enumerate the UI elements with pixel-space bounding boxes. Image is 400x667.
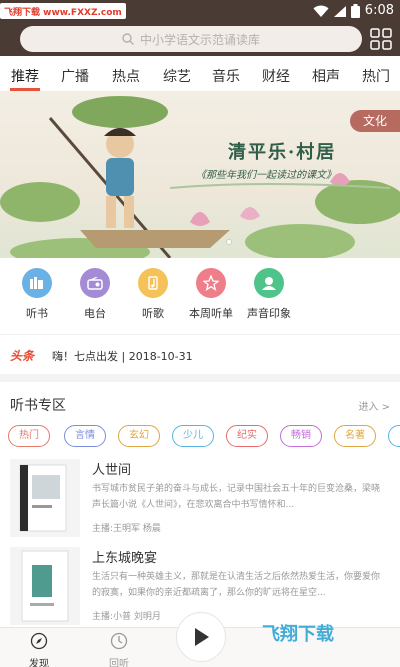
search-input[interactable]: 中小学语文示范诵读库 xyxy=(20,26,362,52)
chip-romance[interactable]: 言情 xyxy=(64,425,106,447)
quick-item-radio[interactable]: 电台 xyxy=(65,268,125,321)
tab-finance[interactable]: 财经 xyxy=(262,66,290,86)
book-icon xyxy=(22,268,52,298)
chip-documentary[interactable]: 纪实 xyxy=(226,425,268,447)
book-title: 人世间 xyxy=(92,463,132,478)
headline-text: 嗨！七点出发 | 2018-10-31 xyxy=(52,350,193,363)
book-title: 上东城晚宴 xyxy=(92,551,158,566)
tab-recommend[interactable]: 推荐 xyxy=(11,66,39,86)
banner[interactable]: 文化 清平乐·村居 《那些年我们一起读过的课文》 xyxy=(0,92,400,258)
chip-classics[interactable]: 名著 xyxy=(334,425,376,447)
book-cover xyxy=(10,547,80,625)
headline-logo: 头条 xyxy=(10,349,35,363)
book-description: 生活只有一种英雄主义，那就是在认清生活之后依然热爱生活，你要爱你的寂寞，如果你的… xyxy=(92,572,381,598)
site-watermark: 飞翔下载 xyxy=(262,624,334,645)
active-tab-indicator xyxy=(10,88,40,91)
tab-popular[interactable]: 热门 xyxy=(362,66,390,86)
banner-title: 清平乐·村居 xyxy=(228,142,337,163)
clock-time: 6:08 xyxy=(364,3,394,18)
quick-item-audiobook[interactable]: 听书 xyxy=(7,268,67,321)
quick-item-songs[interactable]: 听歌 xyxy=(123,268,183,321)
tab-crosstalk[interactable]: 相声 xyxy=(312,66,340,86)
search-icon xyxy=(122,33,134,45)
section-more-link[interactable]: 进入 > xyxy=(358,398,390,413)
nav-label: 发现 xyxy=(29,659,49,667)
watermark: 飞翔下载 www.FXXZ.com xyxy=(0,3,126,19)
book-description: 书写城市贫民子弟的奋斗与成长，记录中国社会五十年的巨变沧桑，梁晓声长篇小说《人世… xyxy=(92,484,381,510)
search-placeholder: 中小学语文示范诵读库 xyxy=(139,32,260,47)
section-title: 听书专区 xyxy=(10,398,66,414)
carousel-dots xyxy=(226,239,232,245)
play-icon xyxy=(195,628,209,646)
headline-ticker[interactable]: 头条 嗨！七点出发 | 2018-10-31 xyxy=(0,334,400,374)
quick-item-label: 电台 xyxy=(84,307,106,320)
app-header: 中小学语文示范诵读库 xyxy=(0,22,400,56)
tab-broadcast[interactable]: 广播 xyxy=(61,66,89,86)
tab-variety[interactable]: 综艺 xyxy=(163,66,191,86)
chip-hot[interactable]: 热门 xyxy=(8,425,50,447)
chip-children[interactable]: 少儿 xyxy=(172,425,214,447)
chip-fantasy[interactable]: 玄幻 xyxy=(118,425,160,447)
banner-category-tag: 文化 xyxy=(350,110,400,132)
chip-bestseller[interactable]: 畅销 xyxy=(280,425,322,447)
tab-music[interactable]: 音乐 xyxy=(212,66,240,86)
battery-icon xyxy=(351,4,360,18)
person-icon xyxy=(254,268,284,298)
nav-label: 回听 xyxy=(109,659,129,667)
book-narrators: 主播:王明军 杨晨 xyxy=(92,524,161,534)
quick-item-weekly-list[interactable]: 本周听单 xyxy=(181,268,241,321)
chip-more[interactable] xyxy=(388,425,400,447)
quick-nav: 听书 电台 听歌 本周听单 声音印象 xyxy=(0,262,400,330)
quick-item-voice-impression[interactable]: 声音印象 xyxy=(239,268,299,321)
music-icon xyxy=(138,268,168,298)
grid-menu-icon[interactable] xyxy=(370,28,392,50)
signal-icon xyxy=(334,5,346,17)
quick-item-label: 本周听单 xyxy=(189,307,233,320)
wifi-icon xyxy=(313,5,329,17)
banner-subtitle: 《那些年我们一起读过的课文》 xyxy=(196,170,336,181)
quick-item-label: 声音印象 xyxy=(247,307,291,320)
quick-item-label: 听歌 xyxy=(142,307,164,320)
clock-icon xyxy=(110,632,128,650)
status-bar: 飞翔下载 www.FXXZ.com 6:08 xyxy=(0,0,400,22)
book-cover xyxy=(10,459,80,537)
quick-item-label: 听书 xyxy=(26,307,48,320)
radio-icon xyxy=(80,268,110,298)
divider xyxy=(0,374,400,382)
tab-hot[interactable]: 热点 xyxy=(112,66,140,86)
genre-chips: 热门 言情 玄幻 少儿 纪实 畅销 名著 xyxy=(8,425,400,449)
star-icon xyxy=(196,268,226,298)
category-tabs: 推荐 广播 热点 综艺 音乐 财经 相声 热门 xyxy=(0,56,400,92)
compass-icon xyxy=(30,632,48,650)
nav-discover[interactable]: 发现 xyxy=(14,632,64,667)
nav-replay[interactable]: 回听 xyxy=(94,632,144,667)
list-item[interactable]: 人世间 书写城市贫民子弟的奋斗与成长，记录中国社会五十年的巨变沧桑，梁晓声长篇小… xyxy=(0,459,400,547)
book-narrators: 主播:小普 刘明月 xyxy=(92,612,161,622)
play-button[interactable] xyxy=(176,612,226,662)
